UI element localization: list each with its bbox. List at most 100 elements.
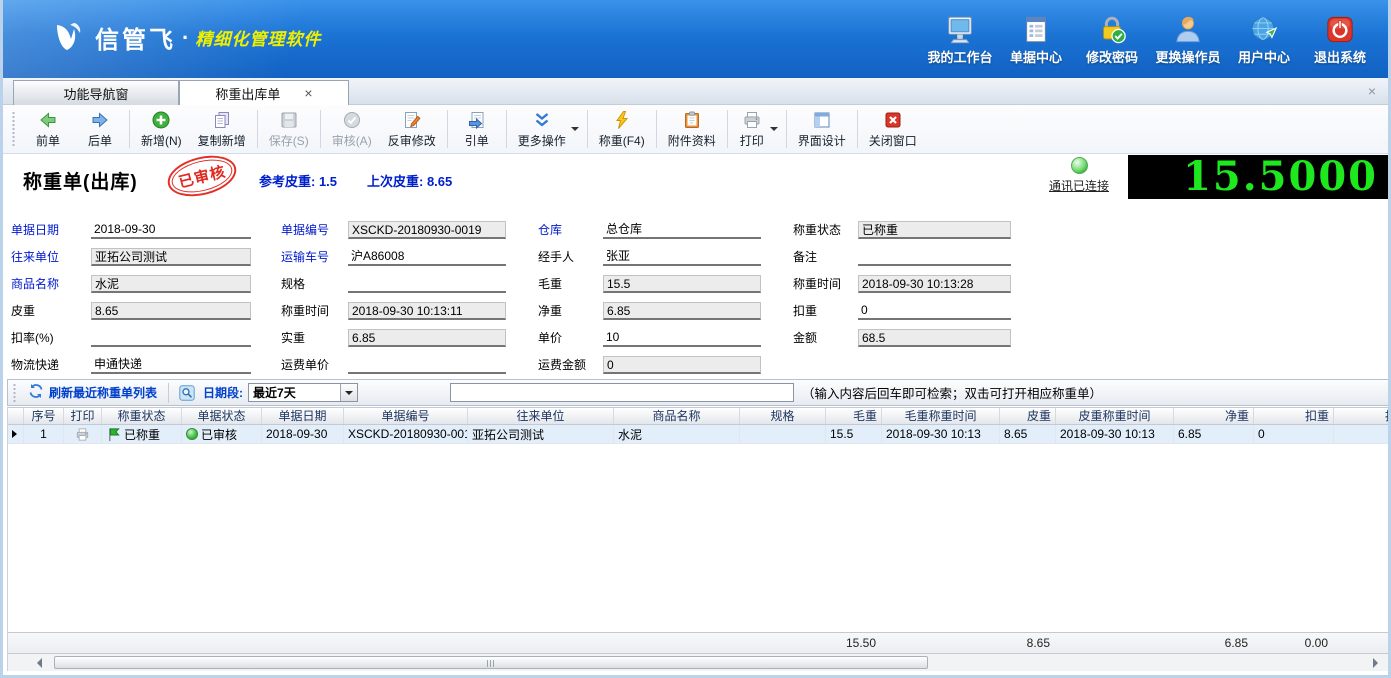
toolbar-separator — [506, 110, 507, 148]
cell-net[interactable]: 6.85 — [1174, 425, 1254, 443]
cell-gross[interactable]: 15.5 — [826, 425, 882, 443]
table-row[interactable]: 1 已称重已审核2018-09-30XSCKD-20180930-0019亚拓公司… — [8, 425, 1389, 444]
toolbar-copy[interactable]: 复制新增 — [190, 108, 254, 151]
toolbar-audit: 审核(A) — [324, 108, 380, 151]
period-select[interactable]: 最近7天 — [248, 383, 358, 402]
nav-workstation[interactable]: 我的工作台 — [922, 12, 998, 66]
tab-close-icon[interactable]: × — [304, 86, 312, 100]
cell-doc_status[interactable]: 已审核 — [182, 425, 262, 443]
toolbar-separator — [656, 110, 657, 148]
refresh-icon — [28, 383, 44, 402]
field-deduct_rate[interactable] — [91, 329, 251, 347]
cell-gross_time[interactable]: 2018-09-30 10:13 — [882, 425, 1000, 443]
period-dropdown-button[interactable] — [340, 384, 357, 401]
horizontal-scrollbar[interactable] — [8, 654, 1389, 671]
col-header-spec[interactable]: 规格 — [740, 408, 826, 424]
nav-document-center[interactable]: 单据中心 — [998, 12, 1074, 66]
form-row: 运输车号沪A86008 — [281, 243, 506, 270]
field-freight_price[interactable] — [348, 356, 506, 374]
cell-spec[interactable] — [740, 425, 826, 443]
field-freight_amount[interactable]: 0 — [603, 356, 761, 374]
field-partner[interactable]: 亚拓公司测试 — [91, 248, 251, 266]
tab-weighing-outbound[interactable]: 称重出库单 × — [179, 80, 349, 105]
refresh-label: 刷新最近称重单列表 — [49, 384, 157, 401]
field-gross_weight[interactable]: 15.5 — [603, 275, 761, 293]
col-header-doc_date[interactable]: 单据日期 — [262, 408, 344, 424]
nav-change-password[interactable]: 修改密码 — [1074, 12, 1150, 66]
field-logistics[interactable]: 申通快递 — [91, 356, 251, 374]
cell-marker[interactable] — [8, 425, 24, 443]
filterbar-grip[interactable] — [12, 383, 17, 402]
field-remark[interactable] — [858, 248, 1011, 266]
printer-icon[interactable] — [75, 427, 90, 442]
cell-tare[interactable]: 8.65 — [1000, 425, 1056, 443]
col-header-doc_no[interactable]: 单据编号 — [344, 408, 468, 424]
toolbar-unaudit[interactable]: 反审修改 — [380, 108, 444, 151]
field-product[interactable]: 水泥 — [91, 275, 251, 293]
col-header-print[interactable]: 打印 — [64, 408, 102, 424]
col-header-rate[interactable]: 扣率 — [1334, 408, 1389, 424]
field-amount[interactable]: 68.5 — [858, 329, 1011, 347]
cell-doc_no[interactable]: XSCKD-20180930-0019 — [344, 425, 468, 443]
nav-switch-operator[interactable]: 更换操作员 — [1150, 12, 1226, 66]
refresh-list-button[interactable]: 刷新最近称重单列表 — [21, 383, 164, 402]
toolbar-design[interactable]: 界面设计 — [790, 108, 854, 151]
last-tare: 上次皮重: 8.65 — [367, 171, 452, 190]
cell-print[interactable] — [64, 425, 102, 443]
field-handler[interactable]: 张亚 — [603, 248, 761, 266]
col-header-gross_time[interactable]: 毛重称重时间 — [882, 408, 1000, 424]
scrollbar-thumb[interactable] — [54, 656, 928, 669]
col-header-weigh_status[interactable]: 称重状态 — [102, 408, 182, 424]
field-gross_weigh_time[interactable]: 2018-09-30 10:13:11 — [348, 302, 506, 320]
nav-user-center[interactable]: 用户中心 — [1226, 12, 1302, 66]
toolbar-attachment[interactable]: 附件资料 — [660, 108, 724, 151]
toolbar-next[interactable]: 后单 — [74, 108, 126, 151]
search-input[interactable] — [450, 383, 794, 402]
col-header-product[interactable]: 商品名称 — [614, 408, 740, 424]
toolbar-grip[interactable] — [11, 111, 16, 147]
toolbar-add[interactable]: 新增(N) — [133, 108, 190, 151]
col-header-marker[interactable] — [8, 408, 24, 424]
cell-partner[interactable]: 亚拓公司测试 — [468, 425, 614, 443]
nav-exit[interactable]: 退出系统 — [1302, 12, 1378, 66]
cell-doc_date[interactable]: 2018-09-30 — [262, 425, 344, 443]
field-tare[interactable]: 8.65 — [91, 302, 251, 320]
field-doc_no[interactable]: XSCKD-20180930-0019 — [348, 221, 506, 239]
toolbar-prev[interactable]: 前单 — [22, 108, 74, 151]
col-header-tare[interactable]: 皮重 — [1000, 408, 1056, 424]
tabstrip-close-icon[interactable]: × — [1368, 83, 1376, 99]
cell-product[interactable]: 水泥 — [614, 425, 740, 443]
field-deduct_weight[interactable]: 0 — [858, 302, 1011, 320]
scroll-right-icon[interactable] — [1373, 658, 1383, 668]
cell-tare_time[interactable]: 2018-09-30 10:13 — [1056, 425, 1174, 443]
tab-function-nav[interactable]: 功能导航窗 — [13, 80, 179, 105]
toolbar-closewin[interactable]: 关闭窗口 — [861, 108, 925, 151]
toolbar-weigh[interactable]: 称重(F4) — [591, 108, 653, 151]
col-header-seq[interactable]: 序号 — [24, 408, 64, 424]
col-header-tare_time[interactable]: 皮重称重时间 — [1056, 408, 1174, 424]
field-label-tare_weigh_time: 称重时间 — [793, 275, 858, 292]
field-unit_price[interactable]: 10 — [603, 329, 761, 347]
col-header-gross[interactable]: 毛重 — [826, 408, 882, 424]
field-doc_date[interactable]: 2018-09-30 — [91, 221, 251, 239]
cell-deduct[interactable]: 0 — [1254, 425, 1334, 443]
col-header-net[interactable]: 净重 — [1174, 408, 1254, 424]
form-column-1: 单据日期2018-09-30往来单位亚拓公司测试商品名称水泥皮重8.65扣率(%… — [11, 216, 251, 378]
cell-rate[interactable] — [1334, 425, 1389, 443]
col-header-partner[interactable]: 往来单位 — [468, 408, 614, 424]
field-weigh_status[interactable]: 已称重 — [858, 221, 1011, 239]
cell-seq[interactable]: 1 — [24, 425, 64, 443]
toolbar-more[interactable]: 更多操作 — [510, 108, 584, 151]
field-actual_weight[interactable]: 6.85 — [348, 329, 506, 347]
field-truck_no[interactable]: 沪A86008 — [348, 248, 506, 266]
scroll-left-icon[interactable] — [32, 658, 42, 668]
field-spec[interactable] — [348, 275, 506, 293]
field-net_weight[interactable]: 6.85 — [603, 302, 761, 320]
toolbar-pull[interactable]: 引单 — [451, 108, 503, 151]
col-header-doc_status[interactable]: 单据状态 — [182, 408, 262, 424]
col-header-deduct[interactable]: 扣重 — [1254, 408, 1334, 424]
field-warehouse[interactable]: 总仓库 — [603, 221, 761, 239]
toolbar-print[interactable]: 打印 — [731, 108, 783, 151]
field-tare_weigh_time[interactable]: 2018-09-30 10:13:28 — [858, 275, 1011, 293]
cell-weigh_status[interactable]: 已称重 — [102, 425, 182, 443]
